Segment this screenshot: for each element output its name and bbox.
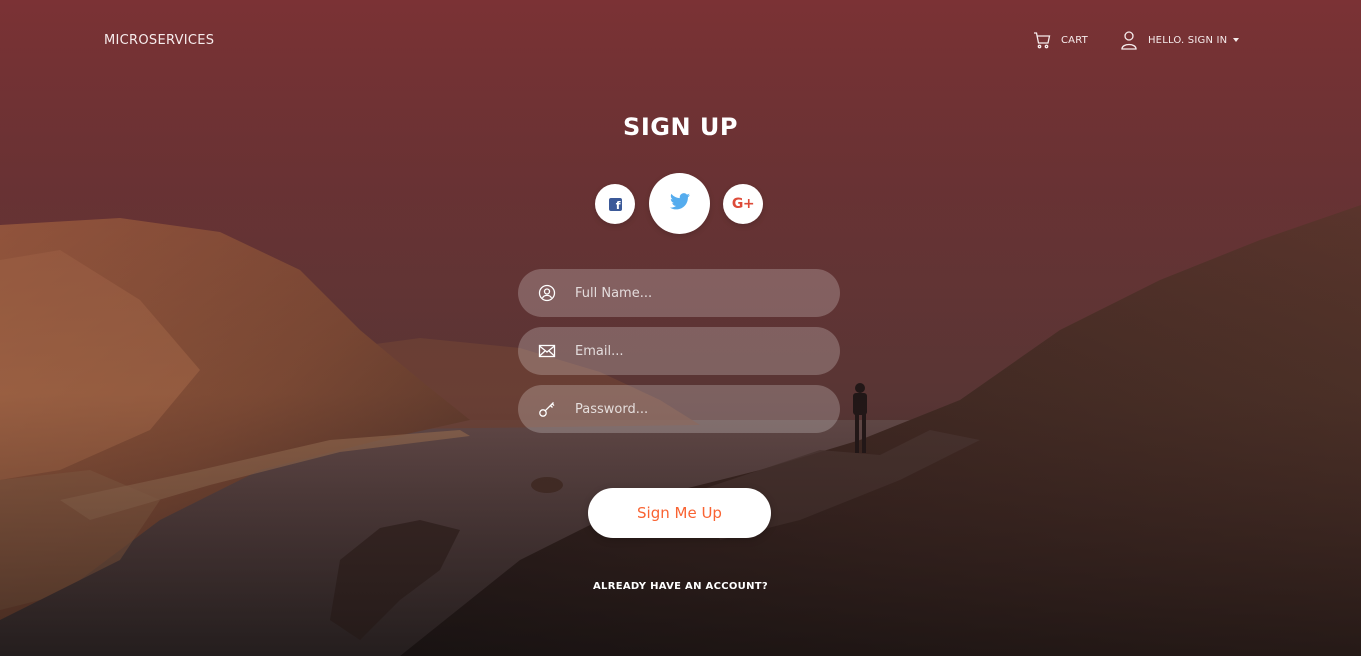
password-input[interactable]: [575, 385, 825, 433]
full-name-field: [518, 269, 840, 317]
cart-link[interactable]: CART: [1033, 31, 1088, 49]
sign-up-button[interactable]: Sign Me Up: [588, 488, 771, 538]
account-menu[interactable]: HELLO. SIGN IN: [1120, 30, 1240, 50]
twitter-button[interactable]: [649, 173, 710, 234]
email-input[interactable]: [575, 327, 825, 375]
account-label: HELLO. SIGN IN: [1147, 34, 1228, 46]
cart-icon: [1033, 31, 1051, 49]
email-field: [518, 327, 840, 375]
cart-label: CART: [1061, 34, 1088, 46]
user-icon: [1120, 30, 1138, 50]
google-plus-button[interactable]: G+: [723, 184, 763, 224]
envelope-icon: [538, 342, 556, 360]
google-plus-icon: G+: [731, 196, 755, 212]
navbar: MICROSERVICES CART HELLO. SIGN IN: [0, 0, 1361, 80]
twitter-icon: [669, 193, 690, 214]
social-buttons: f G+: [0, 172, 1361, 234]
login-link[interactable]: ALREADY HAVE AN ACCOUNT?: [593, 581, 768, 592]
login-link-row: ALREADY HAVE AN ACCOUNT?: [0, 581, 1361, 592]
facebook-icon: f: [608, 197, 622, 211]
page-title: SIGN UP: [623, 113, 738, 141]
full-name-input[interactable]: [575, 269, 825, 317]
caret-down-icon: [1233, 38, 1240, 42]
password-field: [518, 385, 840, 433]
brand-link[interactable]: MICROSERVICES: [104, 33, 214, 48]
facebook-button[interactable]: f: [595, 184, 635, 224]
nav-right: CART HELLO. SIGN IN: [1033, 30, 1240, 50]
user-circle-icon: [538, 284, 556, 302]
key-icon: [538, 400, 556, 418]
